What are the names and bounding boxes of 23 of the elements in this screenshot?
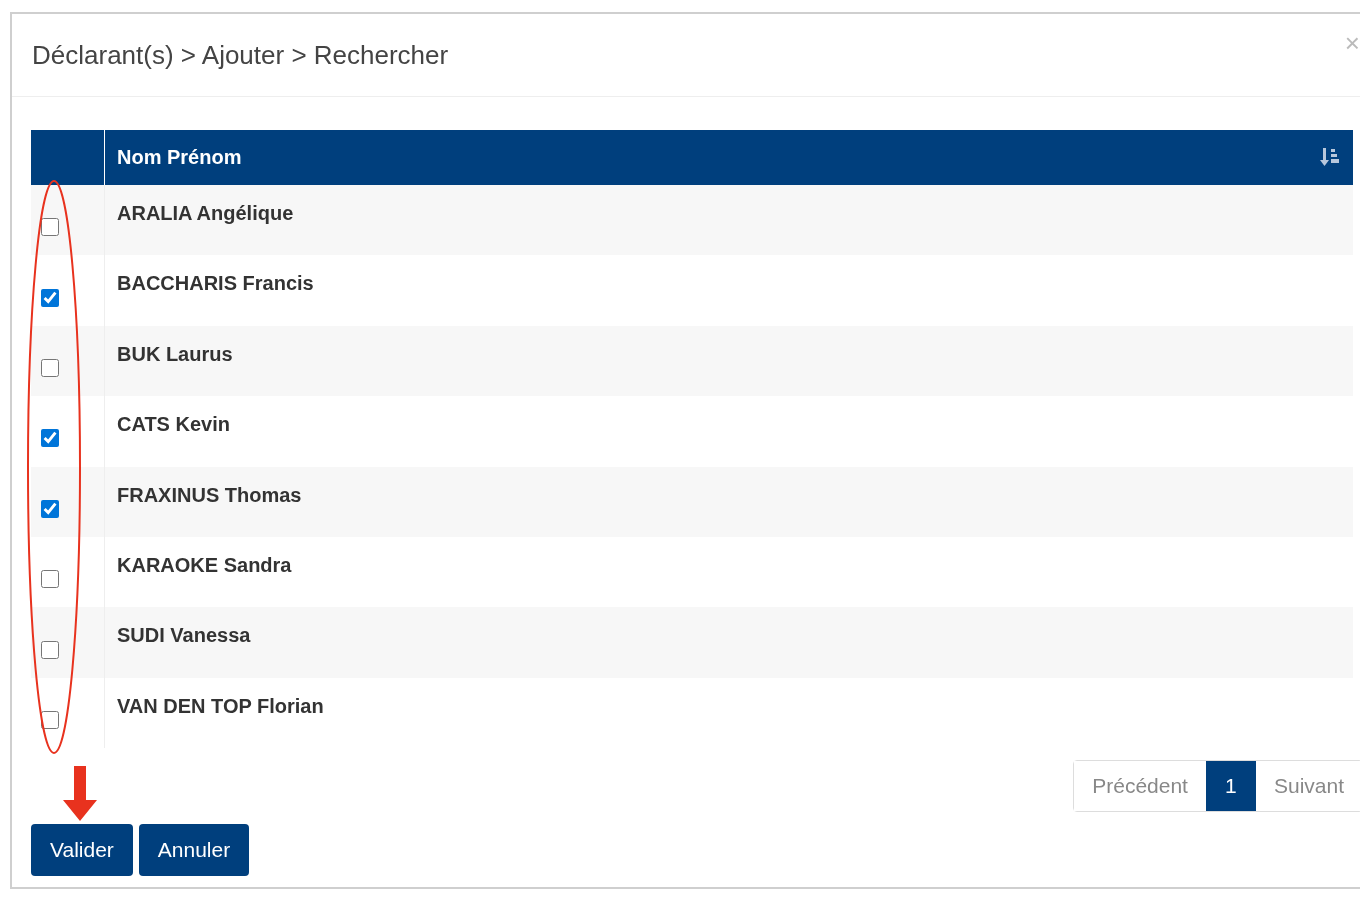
column-header[interactable]: Nom Prénom: [104, 130, 1353, 185]
name-cell: FRAXINUS Thomas: [104, 466, 1353, 537]
row-checkbox[interactable]: [41, 499, 59, 518]
row-checkbox[interactable]: [41, 429, 59, 448]
name-cell: VAN DEN TOP Florian: [104, 677, 1353, 749]
row-checkbox[interactable]: [41, 710, 59, 729]
row-checkbox[interactable]: [41, 288, 59, 307]
arrow-icon: [63, 766, 97, 821]
row-checkbox[interactable]: [41, 640, 59, 659]
name-cell: BUK Laurus: [104, 325, 1353, 397]
page-button[interactable]: 1: [1205, 761, 1256, 812]
name-cell: SUDI Vanessa: [104, 607, 1353, 678]
row-checkbox[interactable]: [41, 570, 59, 589]
validate-button[interactable]: Valider: [31, 824, 133, 877]
dialog-title: Déclarant(s) > Ajouter > Rechercher: [32, 39, 449, 71]
row-checkbox[interactable]: [41, 358, 59, 377]
row-checkbox[interactable]: [41, 218, 59, 237]
cancel-button[interactable]: Annuler: [138, 824, 250, 877]
sort-icon[interactable]: [1319, 146, 1341, 168]
name-cell: ARALIA Angélique: [104, 185, 1353, 256]
name-cell: BACCHARIS Francis: [104, 255, 1353, 326]
name-cell: CATS Kevin: [104, 396, 1353, 467]
name-cell: KARAOKE Sandra: [104, 536, 1353, 608]
